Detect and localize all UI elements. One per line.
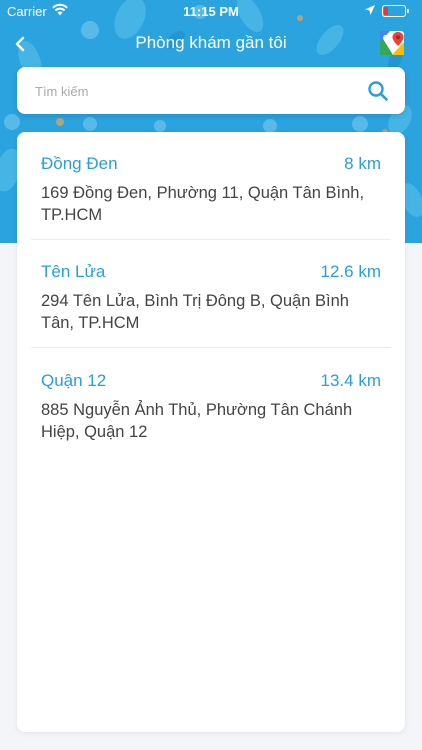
clinic-address: 169 Đồng Đen, Phường 11, Quận Tân Bình, … <box>41 184 365 224</box>
chevron-left-icon[interactable] <box>8 30 32 58</box>
search-bar <box>17 67 405 116</box>
clinic-item[interactable]: Đồng Đen 8 km 169 Đồng Đen, Phường 11, Q… <box>17 132 405 240</box>
clinic-item[interactable]: Quận 12 13.4 km 885 Nguyễn Ảnh Thủ, Phườ… <box>17 349 405 457</box>
clinic-distance: 12.6 km <box>320 262 381 281</box>
clinic-name: Tên Lửa <box>41 262 106 281</box>
battery-icon <box>382 5 409 17</box>
nav-bar: Phòng khám gần tôi G <box>0 22 422 66</box>
search-icon[interactable] <box>366 79 390 103</box>
status-time: 11:15 PM <box>183 4 239 19</box>
clinic-name: Quận 12 <box>41 371 107 390</box>
search-input[interactable] <box>33 67 357 116</box>
clinic-list: Đồng Đen 8 km 169 Đồng Đen, Phường 11, Q… <box>17 132 405 732</box>
svg-text:G: G <box>383 35 389 42</box>
clinic-name: Đồng Đen <box>41 154 118 173</box>
divider <box>31 347 391 348</box>
location-arrow-icon <box>365 5 375 15</box>
page-title: Phòng khám gần tôi <box>135 33 287 52</box>
clinic-item[interactable]: Tên Lửa 12.6 km 294 Tên Lửa, Bình Trị Đô… <box>17 240 405 348</box>
clinic-distance: 13.4 km <box>320 371 381 390</box>
status-bar: Carrier 11:15 PM <box>0 0 422 22</box>
clinic-distance: 8 km <box>344 154 381 173</box>
clinic-address: 885 Nguyễn Ảnh Thủ, Phường Tân Chánh Hiệ… <box>41 401 353 441</box>
clinic-address: 294 Tên Lửa, Bình Trị Đông B, Quận Bình … <box>41 292 349 332</box>
google-maps-icon[interactable]: G <box>379 30 405 56</box>
